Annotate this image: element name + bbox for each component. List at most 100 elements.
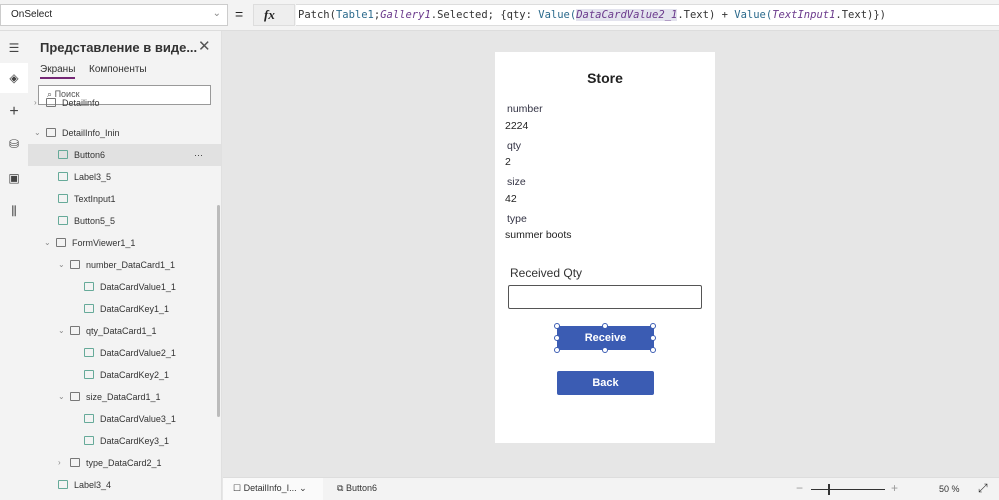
received-qty-input[interactable] bbox=[508, 285, 702, 309]
zoom-slider-thumb[interactable] bbox=[828, 484, 830, 495]
chevron-down-icon[interactable]: ⌄ bbox=[44, 232, 51, 254]
text: .Text) + bbox=[677, 9, 735, 21]
tree-item[interactable]: DataCardValue3_1 bbox=[28, 408, 221, 430]
tab-components[interactable]: Компоненты bbox=[89, 64, 147, 75]
tree-item-label: Button5_5 bbox=[74, 216, 116, 226]
screen-name: DetailInfo_I... bbox=[243, 483, 297, 493]
tree-item-label: DataCardKey1_1 bbox=[100, 304, 170, 314]
tree-item[interactable]: Button6 ··· bbox=[28, 144, 221, 166]
screen-selector[interactable]: ☐ DetailInfo_I... ⌄ bbox=[223, 478, 323, 500]
resize-handle[interactable] bbox=[602, 347, 608, 353]
tree-item[interactable]: DataCardValue1_1 bbox=[28, 276, 221, 298]
equals-sign: = bbox=[235, 6, 244, 22]
tree-item-label: TextInput1 bbox=[74, 194, 116, 204]
resize-handle[interactable] bbox=[602, 323, 608, 329]
close-icon[interactable]: ✕ bbox=[198, 37, 211, 55]
tree-item[interactable]: DataCardKey3_1 bbox=[28, 430, 221, 452]
fx-icon: fx bbox=[264, 7, 275, 22]
tree-item[interactable]: DataCardValue2_1 bbox=[28, 342, 221, 364]
formula-bar: OnSelect ⌄ = fx ⌄ Patch(Table1;Gallery1.S… bbox=[0, 0, 999, 37]
tree-item[interactable]: ⌄ qty_DataCard1_1 bbox=[28, 320, 221, 342]
chevron-down-icon[interactable]: ⌄ bbox=[34, 122, 41, 144]
field-key: size bbox=[507, 176, 526, 188]
left-rail: ☰ ◈ + ⛁ ▣ ⫼ bbox=[0, 31, 28, 500]
tree-item[interactable]: Label3_4 bbox=[28, 474, 221, 496]
tree-item-label: DataCardKey3_1 bbox=[100, 436, 170, 446]
scrollbar[interactable] bbox=[217, 205, 220, 417]
tools-icon[interactable]: ⫼ bbox=[0, 196, 28, 226]
zoom-in-icon[interactable]: + bbox=[891, 481, 898, 495]
resize-handle[interactable] bbox=[650, 347, 656, 353]
control-selector[interactable]: ⧉ Button6 bbox=[337, 483, 377, 494]
app-screen: Store number 2224 qty 2 size 42 type sum… bbox=[495, 52, 715, 443]
label-icon bbox=[84, 436, 94, 445]
label-icon bbox=[84, 282, 94, 291]
tree-item[interactable]: TextInput1 bbox=[28, 188, 221, 210]
chevron-down-icon[interactable]: ⌄ bbox=[58, 254, 65, 276]
chevron-down-icon: ⌄ bbox=[299, 483, 307, 493]
resize-handle[interactable] bbox=[554, 347, 560, 353]
status-bar: ☐ DetailInfo_I... ⌄ ⧉ Button6 − + 50 % ⤢ bbox=[223, 477, 999, 500]
tree-item-label: DataCardKey2_1 bbox=[100, 370, 170, 380]
field-value: 42 bbox=[505, 193, 517, 205]
tree-view-panel: Представление в виде... ✕ Экраны Компоне… bbox=[28, 31, 222, 500]
chevron-down-icon[interactable]: ⌄ bbox=[58, 320, 65, 342]
tree-item-label: DataCardValue2_1 bbox=[100, 348, 176, 358]
card-icon bbox=[70, 260, 80, 269]
chevron-down-icon[interactable]: ⌄ bbox=[58, 386, 65, 408]
tree-item-label: FormViewer1_1 bbox=[72, 238, 136, 248]
card-icon bbox=[70, 326, 80, 335]
tree-item[interactable]: › Detailinfo bbox=[28, 92, 221, 114]
form-icon bbox=[56, 238, 66, 247]
tree-item[interactable]: Button5_5 bbox=[28, 210, 221, 232]
label-icon bbox=[58, 172, 68, 181]
button-icon bbox=[58, 150, 68, 159]
more-options-icon[interactable]: ··· bbox=[194, 144, 203, 166]
tree-item[interactable]: ⌄ number_DataCard1_1 bbox=[28, 254, 221, 276]
resize-handle[interactable] bbox=[554, 335, 560, 341]
tree-item[interactable]: › type_DataCard2_1 bbox=[28, 452, 221, 474]
zoom-out-icon[interactable]: − bbox=[796, 481, 803, 495]
tree-item[interactable]: ⌄ DetailInfo_Inin bbox=[28, 122, 221, 144]
tree-item[interactable]: Label3_5 bbox=[28, 166, 221, 188]
table-ref: Table1 bbox=[335, 9, 374, 21]
resize-handle[interactable] bbox=[650, 323, 656, 329]
media-icon[interactable]: ▣ bbox=[0, 163, 28, 193]
back-button[interactable]: Back bbox=[557, 371, 654, 395]
zoom-value: 50 bbox=[939, 484, 950, 494]
tree-item[interactable]: DataCardKey2_1 bbox=[28, 364, 221, 386]
chevron-right-icon[interactable]: › bbox=[58, 452, 61, 474]
layers-icon[interactable]: ◈ bbox=[0, 63, 28, 93]
tab-screens[interactable]: Экраны bbox=[40, 64, 76, 79]
database-icon[interactable]: ⛁ bbox=[0, 129, 28, 159]
tree-item[interactable]: ⌄ FormViewer1_1 bbox=[28, 232, 221, 254]
plus-icon[interactable]: + bbox=[0, 97, 28, 127]
field-value: summer boots bbox=[505, 229, 572, 241]
tree-item[interactable]: DataCardKey1_1 bbox=[28, 298, 221, 320]
chevron-right-icon[interactable]: › bbox=[34, 92, 37, 114]
property-dropdown[interactable]: OnSelect ⌄ bbox=[0, 4, 228, 26]
tree: › Detailinfo ⌄ DetailInfo_Inin Button6 ··· Lab… bbox=[28, 98, 221, 500]
screen-title: Store bbox=[587, 70, 623, 86]
zoom-slider[interactable] bbox=[811, 489, 885, 490]
label-icon bbox=[84, 414, 94, 423]
tree-item-label: Detailinfo bbox=[62, 98, 100, 108]
hamburger-icon[interactable]: ☰ bbox=[0, 33, 28, 63]
control-name: Button6 bbox=[345, 483, 377, 493]
screen-icon: ☐ bbox=[233, 483, 242, 493]
resize-handle[interactable] bbox=[650, 335, 656, 341]
tree-item-label: DataCardValue3_1 bbox=[100, 414, 176, 424]
panel-title: Представление в виде... bbox=[40, 40, 198, 55]
resize-handle[interactable] bbox=[554, 323, 560, 329]
tree-item[interactable]: ⌄ size_DataCard1_1 bbox=[28, 386, 221, 408]
formula-input[interactable]: Patch(Table1;Gallery1.Selected; {qty: Va… bbox=[296, 4, 999, 26]
tree-item-label: Button6 bbox=[74, 150, 106, 160]
tree-item-label: size_DataCard1_1 bbox=[86, 392, 161, 402]
tree-item-label: Label3_5 bbox=[74, 172, 112, 182]
control-ref: TextInput1 bbox=[772, 9, 836, 21]
textinput-icon bbox=[58, 194, 68, 203]
fx-button[interactable]: fx ⌄ bbox=[253, 4, 295, 37]
fullscreen-icon[interactable]: ⤢ bbox=[978, 481, 988, 496]
gallery-ref: Gallery1 bbox=[380, 9, 431, 21]
chevron-down-icon: ⌄ bbox=[212, 8, 221, 19]
